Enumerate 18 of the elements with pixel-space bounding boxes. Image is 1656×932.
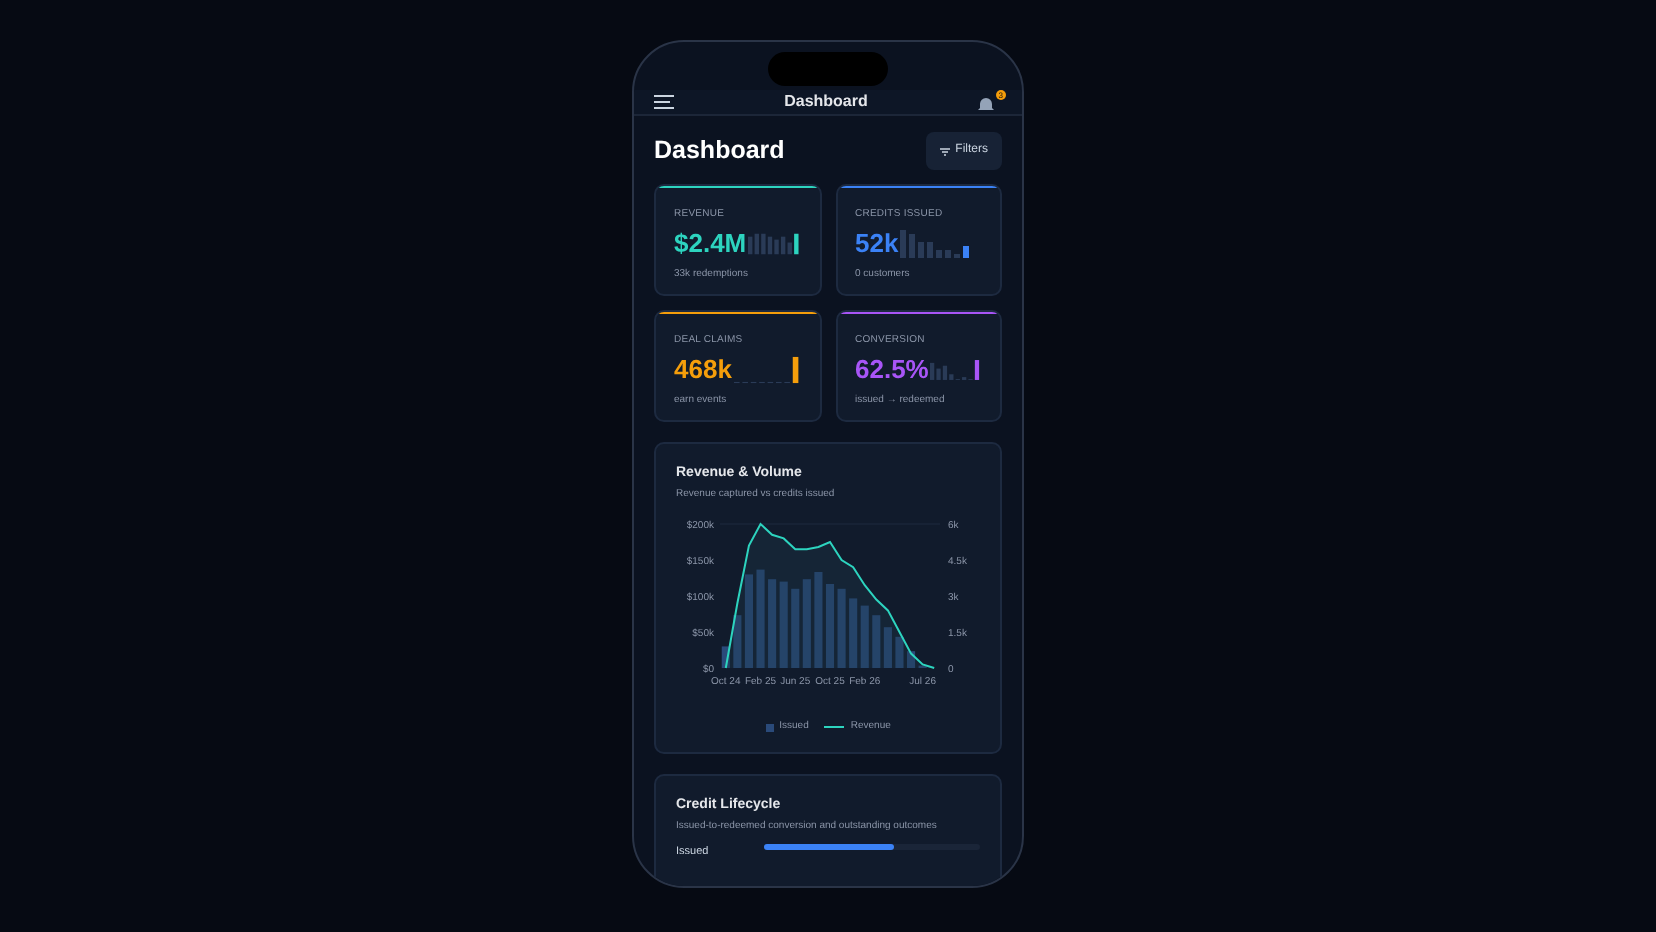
filter-icon — [939, 147, 950, 155]
menu-icon[interactable] — [654, 94, 674, 110]
legend-swatch — [765, 723, 774, 732]
sparkline-drawing — [930, 355, 982, 383]
metric-value: 52k — [855, 229, 899, 257]
legend-line — [824, 726, 845, 729]
metric-value: $2.4M — [674, 229, 747, 257]
header-title: Dashboard — [782, 90, 870, 114]
chart-bar — [895, 636, 904, 668]
sparkline-drawing — [748, 229, 801, 257]
phone-notch — [768, 52, 888, 86]
metric-value: 62.5% — [855, 355, 929, 383]
bell-icon[interactable] — [978, 96, 994, 114]
chart-bar — [756, 569, 765, 668]
page-title: Dashboard — [654, 134, 785, 169]
sparkline-drawing — [900, 229, 973, 257]
metric-value: 468k — [674, 355, 732, 383]
chart-bar — [721, 646, 730, 668]
